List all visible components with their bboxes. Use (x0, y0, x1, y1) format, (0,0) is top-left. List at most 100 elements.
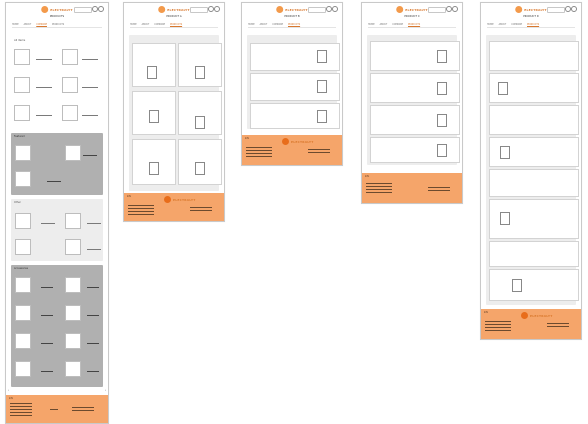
product-thumb[interactable] (65, 239, 81, 255)
product-thumb[interactable] (62, 105, 78, 121)
search-input[interactable] (308, 7, 326, 13)
product-thumb[interactable] (15, 145, 31, 161)
spec-card[interactable] (178, 91, 222, 135)
product-thumb[interactable] (15, 239, 31, 255)
page-title: PRODUCT B (284, 15, 300, 18)
cart-icon[interactable] (452, 6, 458, 12)
chevron-right-icon[interactable]: › (105, 388, 106, 392)
footer: Info (6, 395, 108, 423)
product-thumb[interactable] (14, 105, 30, 121)
logo[interactable]: ELECTRALYT (276, 6, 308, 13)
product-thumb[interactable] (15, 277, 31, 293)
product-thumb[interactable] (15, 305, 31, 321)
logo[interactable]: ELECTRALYT (41, 6, 73, 13)
product-thumb[interactable] (14, 49, 30, 65)
spec-card[interactable] (370, 41, 460, 71)
spec-card[interactable] (489, 169, 579, 197)
product-thumb[interactable] (15, 333, 31, 349)
nav-home[interactable]: HOME (248, 23, 255, 26)
cart-icon[interactable] (332, 6, 338, 12)
logo-mark (158, 6, 166, 13)
nav-products[interactable]: PRODUCTS (170, 23, 182, 26)
product-thumb[interactable] (15, 361, 31, 377)
footer-text (485, 321, 511, 322)
spec-card[interactable] (489, 105, 579, 135)
nav-compare[interactable]: COMPARE (36, 23, 47, 26)
spec-card[interactable] (132, 43, 176, 87)
nav-home[interactable]: HOME (12, 23, 19, 26)
logo[interactable]: ELECTRALYT (396, 6, 428, 13)
nav-compare[interactable]: COMPARE (154, 23, 165, 26)
logo-mark (282, 138, 289, 145)
nav-compare[interactable]: COMPARE (392, 23, 403, 26)
content-area (486, 35, 579, 305)
spec-card[interactable] (489, 199, 579, 239)
nav-home[interactable]: HOME (130, 23, 137, 26)
cart-icon[interactable] (571, 6, 577, 12)
product-image (437, 82, 447, 95)
nav-home[interactable]: HOME (368, 23, 375, 26)
product-thumb[interactable] (15, 171, 31, 187)
footer-text (246, 150, 272, 151)
nav-about[interactable]: ABOUT (499, 23, 507, 26)
spec-card[interactable] (132, 91, 176, 135)
spec-card[interactable] (489, 269, 579, 301)
spec-card[interactable] (489, 73, 579, 103)
logo[interactable]: ELECTRALYT (515, 6, 547, 13)
cart-icon[interactable] (98, 6, 104, 12)
footer-text (547, 323, 569, 324)
search-input[interactable] (428, 7, 446, 13)
spec-card[interactable] (178, 139, 222, 185)
spec-card[interactable] (250, 43, 340, 71)
product-thumb[interactable] (65, 361, 81, 377)
search-input[interactable] (74, 7, 92, 13)
nav-about[interactable]: ABOUT (24, 23, 32, 26)
logo-mark (515, 6, 523, 13)
nav-about[interactable]: ABOUT (380, 23, 388, 26)
nav-about[interactable]: ABOUT (142, 23, 150, 26)
chevron-left-icon[interactable]: ‹ (8, 388, 9, 392)
footer-text (10, 409, 32, 410)
product-thumb[interactable] (65, 277, 81, 293)
spec-card[interactable] (489, 137, 579, 167)
spec-card[interactable] (370, 73, 460, 103)
nav-products[interactable]: PRODUCTS (288, 23, 300, 26)
search-input[interactable] (547, 7, 565, 13)
section-title-accessories: Accessories (14, 267, 29, 270)
product-caption (41, 371, 53, 373)
logo-mark (521, 312, 528, 319)
spec-card[interactable] (250, 103, 340, 129)
logo[interactable]: ELECTRALYT (158, 6, 190, 13)
spec-card[interactable] (370, 105, 460, 135)
product-thumb[interactable] (14, 77, 30, 93)
product-thumb[interactable] (15, 213, 31, 229)
product-image (317, 80, 327, 93)
nav-home[interactable]: HOME (487, 23, 494, 26)
product-thumb[interactable] (62, 49, 78, 65)
nav-about[interactable]: ABOUT (260, 23, 268, 26)
spec-card[interactable] (132, 139, 176, 185)
nav-compare[interactable]: COMPARE (511, 23, 522, 26)
footer-label: Info (127, 195, 132, 198)
spec-card[interactable] (250, 73, 340, 101)
footer-text (128, 214, 154, 215)
nav-products[interactable]: PRODUCTS (52, 23, 64, 26)
product-thumb[interactable] (65, 305, 81, 321)
product-thumb[interactable] (65, 145, 81, 161)
nav-compare[interactable]: COMPARE (272, 23, 283, 26)
footer-label: Info (365, 175, 370, 178)
spec-card[interactable] (178, 43, 222, 87)
spec-card[interactable] (370, 137, 460, 163)
footer-brand: ELECTRALYT (173, 197, 196, 202)
spec-card[interactable] (489, 41, 579, 71)
product-thumb[interactable] (62, 77, 78, 93)
product-caption (41, 287, 53, 289)
header: ELECTRALYT (242, 3, 342, 15)
search-input[interactable] (190, 7, 208, 13)
nav-products[interactable]: PRODUCTS (527, 23, 539, 26)
product-thumb[interactable] (65, 213, 81, 229)
product-thumb[interactable] (65, 333, 81, 349)
nav-products[interactable]: PRODUCTS (408, 23, 420, 26)
spec-card[interactable] (489, 241, 579, 267)
cart-icon[interactable] (214, 6, 220, 12)
